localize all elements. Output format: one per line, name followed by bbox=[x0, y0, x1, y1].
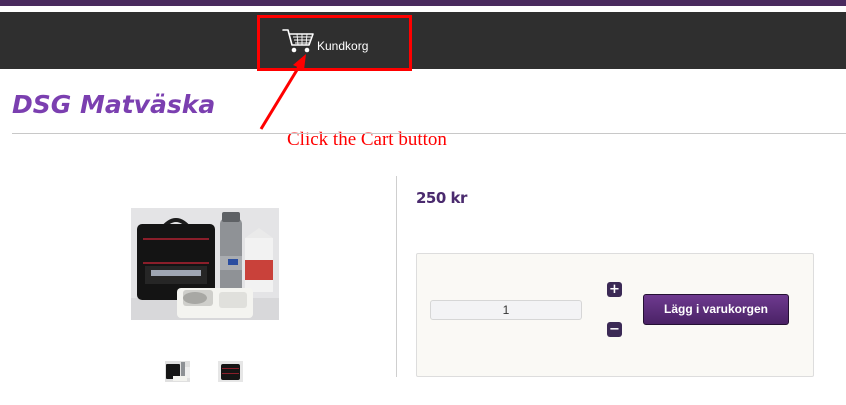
title-divider bbox=[12, 133, 846, 134]
product-thumbnail[interactable] bbox=[218, 361, 243, 382]
product-title: DSG Matväska bbox=[12, 90, 216, 119]
cart-highlight-box bbox=[257, 15, 412, 71]
add-to-cart-button[interactable]: Lägg i varukorgen bbox=[643, 294, 789, 325]
lunch-bag-photo bbox=[131, 208, 279, 320]
product-image[interactable] bbox=[131, 208, 279, 320]
column-divider bbox=[396, 176, 397, 377]
product-thumbnail[interactable] bbox=[165, 361, 190, 382]
increase-quantity-button[interactable]: + bbox=[607, 282, 622, 297]
product-price: 250 kr bbox=[416, 189, 467, 207]
top-nav-bar bbox=[0, 12, 846, 69]
quantity-input[interactable]: 1 bbox=[430, 300, 582, 320]
decrease-quantity-button[interactable]: − bbox=[607, 322, 622, 337]
top-accent-stripe bbox=[0, 0, 846, 6]
